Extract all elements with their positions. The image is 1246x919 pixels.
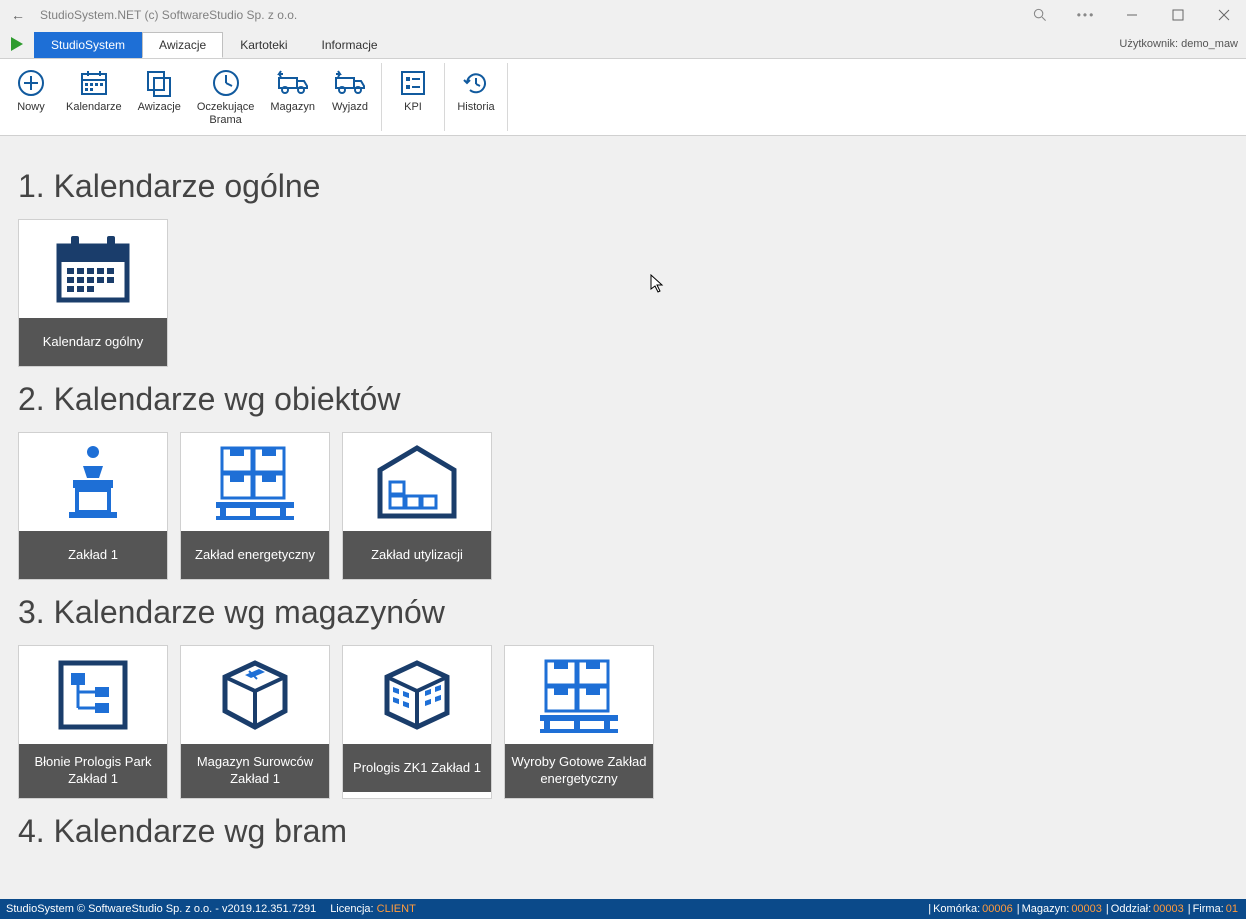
tile-label: Magazyn Surowców Zakład 1 (181, 744, 329, 798)
menu-tab-kartoteki[interactable]: Kartoteki (223, 32, 304, 58)
status-cell-value: 00006 (982, 903, 1013, 915)
ribbon-btn-magazyn[interactable]: Magazyn (262, 63, 323, 131)
tile[interactable]: Zakład utylizacji (342, 432, 492, 580)
ribbon-group-kpi: KPI (382, 63, 445, 131)
status-cell-value: 00003 (1153, 903, 1184, 915)
ribbon: Nowy Kalendarze Awizacje Oczekujące Bram… (0, 58, 1246, 136)
status-cell-value: 00003 (1071, 903, 1102, 915)
tile-row: Kalendarz ogólny (18, 219, 1228, 367)
flowchart-icon (19, 646, 167, 744)
tile[interactable]: Prologis ZK1 Zakład 1 (342, 645, 492, 799)
ribbon-label: Oczekujące Brama (197, 101, 254, 127)
calendar-big-icon (19, 220, 167, 318)
ribbon-label: Wyjazd (332, 101, 368, 114)
section-title: 3. Kalendarze wg magazynów (18, 594, 1228, 631)
ribbon-label: Awizacje (138, 101, 181, 114)
menu-tab-informacje[interactable]: Informacje (305, 32, 395, 58)
plus-circle-icon (15, 67, 47, 99)
truck-in-icon (277, 67, 309, 99)
menubar: StudioSystem Awizacje Kartoteki Informac… (0, 30, 1246, 58)
ribbon-group-main: Nowy Kalendarze Awizacje Oczekujące Bram… (0, 63, 382, 131)
tile-label: Kalendarz ogólny (19, 318, 167, 366)
ribbon-btn-kalendarze[interactable]: Kalendarze (58, 63, 130, 131)
tile-label: Błonie Prologis Park Zakład 1 (19, 744, 167, 798)
status-cell-label: Firma: (1193, 903, 1224, 915)
tile-label: Prologis ZK1 Zakład 1 (343, 744, 491, 792)
podium-icon (19, 433, 167, 531)
ribbon-btn-wyjazd[interactable]: Wyjazd (323, 63, 377, 131)
run-button[interactable] (6, 33, 28, 55)
calendar-icon (78, 67, 110, 99)
history-icon (460, 67, 492, 99)
ribbon-label: Nowy (17, 101, 45, 114)
section-title: 4. Kalendarze wg bram (18, 813, 1228, 850)
status-license: Licencja: CLIENT (330, 903, 416, 915)
section-title: 1. Kalendarze ogólne (18, 168, 1228, 205)
ribbon-label: Historia (457, 101, 494, 114)
tile-label: Zakład 1 (19, 531, 167, 579)
status-cell-value: 01 (1226, 903, 1238, 915)
clock-icon (210, 67, 242, 99)
ribbon-btn-awizacje[interactable]: Awizacje (130, 63, 189, 131)
tile-label: Zakład energetyczny (181, 531, 329, 579)
ribbon-btn-nowy[interactable]: Nowy (4, 63, 58, 131)
tile-label: Zakład utylizacji (343, 531, 491, 579)
tile-row: Zakład 1 Zakład energetyczny Zakład utyliz… (18, 432, 1228, 580)
tile[interactable]: Magazyn Surowców Zakład 1 (180, 645, 330, 799)
status-app: StudioSystem © SoftwareStudio Sp. z o.o.… (6, 903, 316, 915)
tile[interactable]: Zakład 1 (18, 432, 168, 580)
menu-tab-awizacje[interactable]: Awizacje (142, 32, 223, 58)
maximize-button[interactable] (1164, 1, 1192, 29)
section-title: 2. Kalendarze wg obiektów (18, 381, 1228, 418)
ribbon-btn-kpi[interactable]: KPI (386, 63, 440, 131)
ribbon-btn-oczekujace[interactable]: Oczekujące Brama (189, 63, 262, 131)
ribbon-label: Kalendarze (66, 101, 122, 114)
box3d-icon (181, 646, 329, 744)
warehouse-icon (343, 433, 491, 531)
statusbar: StudioSystem © SoftwareStudio Sp. z o.o.… (0, 899, 1246, 919)
tile-label: Wyroby Gotowe Zakład energetyczny (505, 744, 653, 798)
copy-icon (143, 67, 175, 99)
close-button[interactable] (1210, 1, 1238, 29)
search-icon[interactable] (1026, 1, 1054, 29)
minimize-button[interactable] (1118, 1, 1146, 29)
ribbon-btn-historia[interactable]: Historia (449, 63, 503, 131)
user-info: Użytkownik: demo_maw (1119, 38, 1238, 50)
tile[interactable]: Wyroby Gotowe Zakład energetyczny (504, 645, 654, 799)
tile[interactable]: Błonie Prologis Park Zakład 1 (18, 645, 168, 799)
menu-tab-studiosystem[interactable]: StudioSystem (34, 32, 142, 58)
ribbon-label: KPI (404, 101, 422, 114)
window-title: StudioSystem.NET (c) SoftwareStudio Sp. … (40, 8, 1026, 22)
back-button[interactable]: ← (8, 7, 28, 23)
main-content: 1. Kalendarze ogólne Kalendarz ogólny 2. K… (0, 136, 1246, 899)
ribbon-group-history: Historia (445, 63, 508, 131)
tile[interactable]: Zakład energetyczny (180, 432, 330, 580)
status-cell-label: Komórka: (933, 903, 980, 915)
titlebar: ← StudioSystem.NET (c) SoftwareStudio Sp… (0, 0, 1246, 30)
pallet-icon (181, 433, 329, 531)
ribbon-label: Magazyn (270, 101, 315, 114)
more-icon[interactable]: ••• (1072, 1, 1100, 29)
kpi-icon (397, 67, 429, 99)
tile-row: Błonie Prologis Park Zakład 1 Magazyn Sur… (18, 645, 1228, 799)
building-icon (343, 646, 491, 744)
tile[interactable]: Kalendarz ogólny (18, 219, 168, 367)
pallet-icon (505, 646, 653, 744)
status-cell-label: Magazyn: (1022, 903, 1070, 915)
status-cell-label: Oddział: (1111, 903, 1151, 915)
truck-out-icon (334, 67, 366, 99)
